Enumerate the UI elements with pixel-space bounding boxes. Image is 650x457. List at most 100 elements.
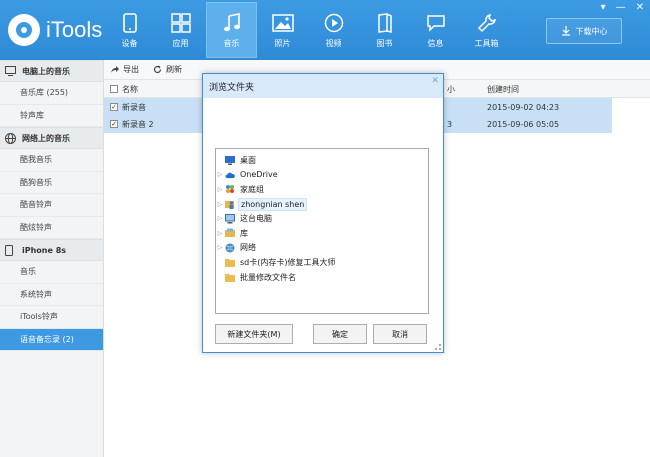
resize-grip-icon[interactable] [435,344,441,350]
nav-music-label: 音乐 [223,38,240,48]
nav-toolbox[interactable]: 工具箱 [461,2,512,58]
tree-item-user-folder[interactable]: ▷ zhongnian shen [216,197,428,212]
tree-item-homegroup[interactable]: ▷ 家庭组 [216,182,428,197]
tree-item-label: 家庭组 [240,184,264,194]
wrench-icon [476,12,498,34]
music-note-icon [221,12,243,34]
window-controls: ▾ — ✕ [601,2,644,13]
sidebar-section-pc-music[interactable]: 电脑上的音乐 [0,60,103,82]
apps-icon [170,12,192,34]
tree-item-onedrive[interactable]: ▷ OneDrive [216,168,428,183]
sidebar-item-itools-ringtones[interactable]: iTools铃声 [0,306,103,329]
expand-arrow-icon[interactable]: ▷ [216,186,224,193]
photo-icon [271,12,294,34]
row-checkbox[interactable]: ✓ [110,98,118,116]
folder-icon [225,257,235,267]
tree-item-label: 桌面 [240,155,256,165]
sidebar-item-kuwo[interactable]: 酷我音乐 [0,149,103,172]
folder-tree[interactable]: 桌面 ▷ OneDrive ▷ 家庭组 ▷ zhongnian shen ▷ 这… [215,148,429,314]
nav-music[interactable]: 音乐 [206,2,257,58]
expand-arrow-icon[interactable]: ▷ [216,244,224,251]
app-name: iTools [46,17,103,42]
sidebar-item-kuxuan[interactable]: 酷炫铃声 [0,217,103,239]
sidebar-item-device-music[interactable]: 音乐 [0,261,103,284]
sidebar-item-ringtone-library[interactable]: 铃声库 [0,105,103,127]
sidebar-item-voice-memos[interactable]: 语音备忘录 (2) [0,328,103,351]
nav-video[interactable]: 视频 [308,2,359,58]
sidebar-section-device[interactable]: iPhone 8s [0,239,103,261]
refresh-button[interactable]: 刷新 [153,64,182,75]
main-nav: 设备 应用 音乐 照片 视频 图书 信息 工具箱 [104,0,512,60]
sidebar-section-title: 网络上的音乐 [22,133,70,143]
cancel-button[interactable]: 取消 [373,324,427,344]
monitor-icon [5,65,17,77]
download-center-label: 下载中心 [575,26,608,36]
desktop-icon [225,155,235,165]
expand-arrow-icon[interactable]: ▷ [216,201,224,208]
itools-logo-icon [8,14,40,46]
tree-item-network[interactable]: ▷ 网络 [216,241,428,256]
sidebar-item-system-ringtones[interactable]: 系统铃声 [0,284,103,306]
dialog-title: 浏览文件夹 [209,82,255,93]
nav-photos[interactable]: 照片 [257,2,308,58]
nav-books[interactable]: 图书 [359,2,410,58]
minimize-icon[interactable]: — [616,2,626,13]
menu-dropdown-icon[interactable]: ▾ [601,2,606,13]
message-icon [425,12,447,34]
dialog-close-icon[interactable]: ✕ [431,76,439,86]
close-icon[interactable]: ✕ [636,2,644,13]
check-mark-icon: ✓ [110,102,118,111]
export-arrow-icon [111,66,119,73]
expand-arrow-icon[interactable]: ▷ [216,230,224,237]
dialog-titlebar[interactable]: 浏览文件夹 ✕ [203,74,443,98]
nav-apps[interactable]: 应用 [155,2,206,58]
select-all-checkbox[interactable] [110,80,118,98]
column-size-header[interactable]: 小 [447,80,455,98]
ok-button[interactable]: 确定 [313,324,367,344]
sidebar-item-music-library[interactable]: 音乐库 (255) [0,82,103,105]
tree-item-sd-repair-folder[interactable]: sd卡(内存卡)修复工具大师 [216,255,428,270]
row-created: 2015-09-02 04:23 [487,102,560,112]
sidebar-section-title: iPhone 8s [22,245,67,255]
folder-icon [225,272,235,282]
sidebar-item-kugou[interactable]: 酷狗音乐 [0,172,103,194]
new-folder-button[interactable]: 新建文件夹(M) [215,324,293,344]
expand-arrow-icon[interactable]: ▷ [216,171,224,178]
globe-icon [5,132,17,144]
tree-item-libraries[interactable]: ▷ 库 [216,226,428,241]
refresh-label: 刷新 [166,65,182,74]
tree-item-desktop[interactable]: 桌面 [216,153,428,168]
export-button[interactable]: 导出 [110,64,139,75]
tree-item-label: 网络 [240,243,256,253]
sidebar-section-title: 电脑上的音乐 [22,66,70,76]
tree-item-label: sd卡(内存卡)修复工具大师 [240,257,336,267]
sidebar-item-kuyin[interactable]: 酷音铃声 [0,194,103,217]
computer-icon [225,213,235,224]
network-icon [225,243,235,253]
nav-device[interactable]: 设备 [104,2,155,58]
row-size: 3 [447,119,453,129]
nav-messages[interactable]: 信息 [410,2,461,58]
nav-apps-label: 应用 [172,38,189,48]
sidebar: 电脑上的音乐 音乐库 (255) 铃声库 网络上的音乐 酷我音乐 酷狗音乐 酷音… [0,60,104,457]
tree-item-batch-rename-folder[interactable]: 批量修改文件名 [216,270,428,285]
nav-video-label: 视频 [325,38,342,48]
app-header: iTools 设备 应用 音乐 照片 视频 图书 信息 工具箱 下载中心 ▾ —… [0,0,650,60]
column-created-header[interactable]: 创建时间 [487,80,519,98]
app-logo: iTools [8,14,102,46]
column-name-header[interactable]: 名称 [122,80,138,98]
tree-item-label: 库 [240,228,248,238]
row-checkbox[interactable]: ✓ [110,115,118,133]
expand-arrow-icon[interactable]: ▷ [216,215,224,222]
row-created: 2015-09-06 05:05 [487,119,560,129]
row-name: 新录音 [122,102,146,112]
refresh-icon [153,65,162,74]
nav-toolbox-label: 工具箱 [474,38,499,48]
tree-item-label: OneDrive [240,170,278,180]
tree-item-this-pc[interactable]: ▷ 这台电脑 [216,211,428,226]
download-center-button[interactable]: 下载中心 [546,18,622,44]
sidebar-section-online-music[interactable]: 网络上的音乐 [0,127,103,149]
row-name: 新录音 2 [122,119,154,129]
nav-device-label: 设备 [121,38,138,48]
tree-item-label: 这台电脑 [240,214,272,224]
